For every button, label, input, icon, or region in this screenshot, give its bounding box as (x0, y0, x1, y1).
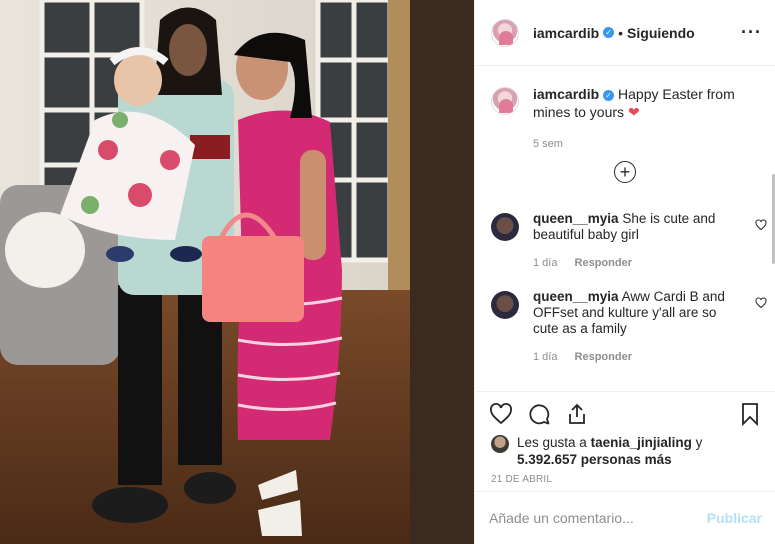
bookmark-icon[interactable] (738, 402, 762, 426)
commenter-avatar[interactable] (491, 213, 519, 241)
comment-meta: 1 día Responder (533, 349, 733, 365)
action-icons (489, 402, 589, 426)
caption-timestamp[interactable]: 5 sem (533, 135, 743, 153)
separator-dot: • (618, 24, 624, 41)
comment-item: queen__myia Aww Cardi B and OFFset and k… (491, 289, 767, 365)
likes-joiner: y (695, 435, 703, 450)
caption: iamcardib ✓ Happy Easter from mines to yo… (491, 85, 761, 153)
following-button[interactable]: Siguiendo (627, 25, 695, 41)
family-photo-illustration (0, 0, 474, 544)
liker-avatar[interactable] (491, 435, 509, 453)
post-photo[interactable] (0, 0, 474, 544)
red-heart-emoji: ❤ (627, 104, 640, 120)
post-side-panel: iamcardib ✓ • Siguiendo ··· iamcardib ✓ H… (474, 0, 775, 544)
author-avatar[interactable] (491, 18, 519, 47)
reply-button[interactable]: Responder (575, 257, 632, 269)
comment-body: queen__myia Aww Cardi B and OFFset and k… (533, 289, 733, 365)
heart-icon[interactable] (755, 219, 767, 231)
heart-icon[interactable] (755, 297, 767, 309)
comment-item: queen__myia She is cute and beautiful ba… (491, 211, 767, 271)
caption-avatar[interactable] (491, 87, 519, 115)
comment-timestamp[interactable]: 1 día (533, 257, 557, 269)
comment-meta: 1 día Responder (533, 255, 733, 271)
add-comment-bar: Publicar (475, 491, 775, 544)
comment-input[interactable] (489, 508, 689, 528)
caption-body: iamcardib ✓ Happy Easter from mines to yo… (533, 85, 743, 153)
liker-username[interactable]: taenia_jinjialing (591, 435, 692, 450)
likes-count[interactable]: 5.392.657 personas más (517, 452, 672, 467)
instagram-post: iamcardib ✓ • Siguiendo ··· iamcardib ✓ H… (0, 0, 775, 544)
likes-text: Les gusta a taenia_jinjialing y 5.392.65… (517, 434, 761, 468)
commenter-username[interactable]: queen__myia (533, 211, 619, 226)
ellipsis-icon[interactable]: ··· (741, 22, 762, 43)
comment-body: queen__myia She is cute and beautiful ba… (533, 211, 733, 271)
heart-icon[interactable] (489, 402, 513, 426)
post-header: iamcardib ✓ • Siguiendo ··· (475, 0, 775, 66)
post-actions: Les gusta a taenia_jinjialing y 5.392.65… (475, 391, 775, 491)
reply-button[interactable]: Responder (575, 351, 632, 363)
publish-button[interactable]: Publicar (707, 510, 762, 526)
plus-circle-icon[interactable]: + (614, 161, 636, 183)
commenter-username[interactable]: queen__myia (533, 289, 619, 304)
comment-icon[interactable] (527, 402, 551, 426)
verified-badge-icon: ✓ (603, 90, 615, 101)
comment-timestamp[interactable]: 1 día (533, 351, 557, 363)
author-username[interactable]: iamcardib (533, 25, 599, 41)
commenter-avatar[interactable] (491, 291, 519, 319)
likes-prefix: Les gusta a (517, 435, 587, 450)
share-icon[interactable] (565, 402, 589, 426)
caption-username[interactable]: iamcardib (533, 86, 599, 102)
post-date[interactable]: 21 DE ABRIL (491, 474, 552, 485)
verified-badge-icon: ✓ (603, 27, 615, 38)
likes-summary: Les gusta a taenia_jinjialing y 5.392.65… (491, 434, 761, 468)
comments-list[interactable]: iamcardib ✓ Happy Easter from mines to yo… (475, 67, 775, 391)
